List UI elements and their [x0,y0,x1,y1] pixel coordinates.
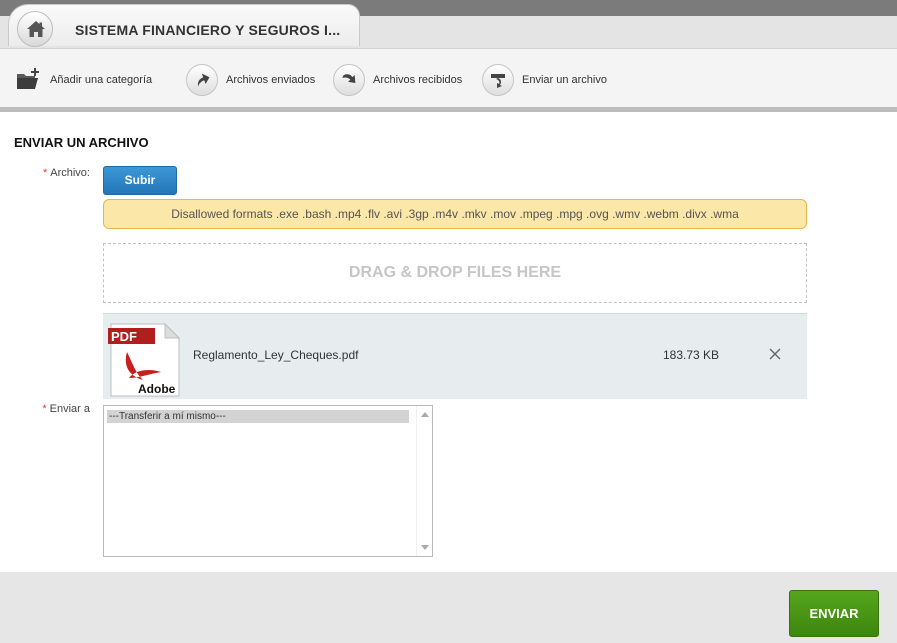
enviar-a-label-text: Enviar a [49,403,90,415]
disallowed-formats-warning: Disallowed formats .exe .bash .mp4 .flv … [103,199,807,229]
pdf-icon-badge: PDF [111,329,137,344]
toolbar-send-file[interactable]: Enviar un archivo [482,63,607,97]
pdf-file-icon: PDF Adobe [105,320,183,398]
archivo-label-text: Archivo: [50,167,90,179]
toolbar-sent-files[interactable]: Archivos enviados [186,63,315,97]
home-button[interactable] [17,11,53,47]
header-bar: SISTEMA FINANCIERO Y SEGUROS I... [0,0,897,48]
send-file-icon [482,64,514,96]
required-marker: * [42,167,48,179]
toolbar-add-category-label: Añadir una categoría [50,74,153,86]
send-button[interactable]: ENVIAR [789,590,879,637]
scroll-up-icon[interactable] [421,412,429,417]
close-icon [769,348,781,360]
drag-drop-text: DRAG & DROP FILES HERE [348,264,562,281]
toolbar-send-file-label: Enviar un archivo [522,74,607,86]
file-name: Reglamento_Ley_Cheques.pdf [193,348,359,362]
recipient-select[interactable]: ---Transferir a mí mismo--- [103,405,433,557]
file-size: 183.73 KB [663,348,720,362]
drag-drop-zone[interactable]: DRAG & DROP FILES HERE [103,243,807,303]
scroll-down-icon[interactable] [421,545,429,550]
toolbar-received-files[interactable]: Archivos recibidos [333,63,462,97]
page-title: ENVIAR UN ARCHIVO [14,135,149,150]
archivo-label: * Archivo: [10,167,90,179]
arrow-up-icon [186,64,218,96]
arrow-down-icon [333,64,365,96]
home-icon [27,21,45,37]
toolbar-divider [0,107,897,112]
required-marker: * [42,403,47,415]
remove-file-button[interactable] [767,346,783,362]
recipient-option[interactable]: ---Transferir a mí mismo--- [107,410,409,423]
toolbar: Añadir una categoría Archivos enviados A… [0,48,897,108]
toolbar-received-files-label: Archivos recibidos [373,74,463,86]
pdf-icon-brand: Adobe [138,382,176,396]
app-title-tab: SISTEMA FINANCIERO Y SEGUROS I... [8,4,360,47]
enviar-a-label: * Enviar a [10,403,90,415]
footer-bar [0,572,897,643]
scrollbar[interactable] [416,406,432,556]
uploaded-file-row: PDF Adobe Reglamento_Ley_Cheques.pdf 183… [103,313,807,399]
folder-add-icon [14,66,42,94]
toolbar-add-category[interactable]: Añadir una categoría [14,63,152,97]
app-title: SISTEMA FINANCIERO Y SEGUROS I... [75,22,341,38]
toolbar-sent-files-label: Archivos enviados [226,74,316,86]
upload-button[interactable]: Subir [103,166,177,195]
